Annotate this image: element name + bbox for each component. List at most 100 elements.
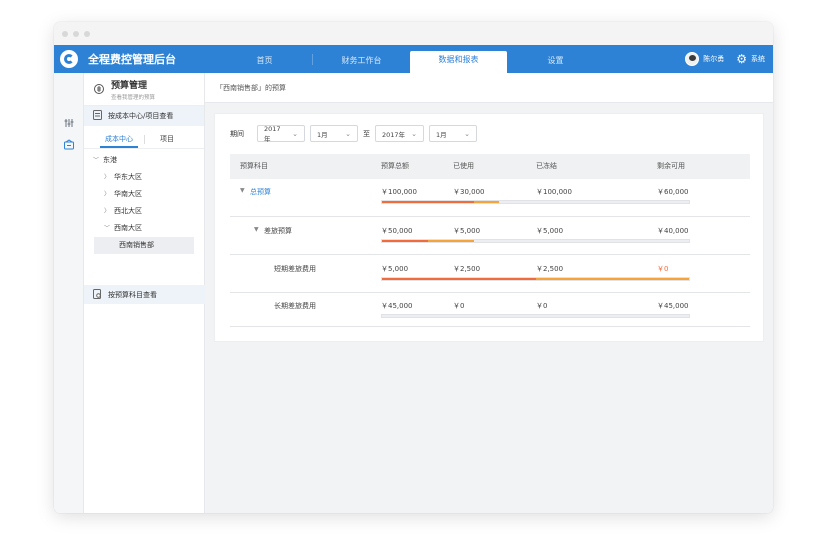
tree-node-southwest-sales[interactable]: 西南销售部 bbox=[94, 237, 194, 254]
table-row[interactable]: ▼ 差旅预算 ￥50,000 ￥5,000 ￥5,000 ￥40,000 bbox=[230, 217, 750, 255]
row-used: ￥5,000 bbox=[453, 227, 481, 235]
org-tree: ﹀ 东港 〉华东大区 〉华南大区 〉西北大区 ﹀ 西南大区 西南销售部 bbox=[84, 149, 204, 254]
row-remaining: ￥45,000 bbox=[657, 302, 689, 310]
app-title: 全程费控管理后台 bbox=[88, 53, 176, 66]
sidebar-subtitle: 查看我管理的预算 bbox=[111, 94, 156, 101]
row-frozen: ￥2,500 bbox=[536, 265, 564, 273]
budget-icon bbox=[93, 83, 105, 95]
budget-progress-bar bbox=[381, 239, 690, 243]
budget-progress-bar bbox=[381, 314, 690, 318]
budget-sidebar: 预算管理 查看我管理的预算 按成本中心/项目查看 成本中心 项目 ﹀ 东港 〉华东… bbox=[84, 73, 205, 513]
frozen-segment bbox=[428, 240, 475, 242]
view-by-budget-subject[interactable]: 按预算科目查看 bbox=[84, 285, 205, 304]
frozen-segment bbox=[535, 278, 689, 280]
header-remaining: 剩余可用 bbox=[657, 162, 685, 170]
breadcrumb: 「西南销售部」的预算 bbox=[205, 73, 773, 103]
user-area: 陈尔勇 ⚙ 系统 bbox=[685, 52, 765, 66]
row-used: ￥2,500 bbox=[453, 265, 481, 273]
nav-tabs: 首页 财务工作台 数据和报表 设置 bbox=[216, 45, 604, 73]
chevron-down-icon: ⌄ bbox=[464, 129, 470, 138]
document-search-icon bbox=[93, 288, 102, 301]
budget-panel: 期间 2017年 ⌄ 1月 ⌄ 至 2017年 ⌄ 1月 ⌄ 预算科目 预算总额 已使用… bbox=[214, 113, 764, 342]
used-segment bbox=[382, 240, 429, 242]
subtab-cost-center[interactable]: 成本中心 bbox=[100, 131, 138, 148]
app-logo-icon bbox=[60, 50, 78, 68]
row-total: ￥45,000 bbox=[381, 302, 413, 310]
sliders-icon[interactable] bbox=[63, 117, 75, 129]
tab-finance-workbench[interactable]: 财务工作台 bbox=[313, 45, 410, 73]
row-subject[interactable]: 差旅预算 bbox=[264, 226, 292, 236]
view-by-budget-subject-label: 按预算科目查看 bbox=[108, 290, 157, 299]
row-remaining: ￥40,000 bbox=[657, 227, 689, 235]
system-settings-link[interactable]: 系统 bbox=[751, 54, 765, 64]
chevron-down-icon: ﹀ bbox=[104, 225, 111, 232]
chevron-down-icon: ⌄ bbox=[411, 129, 417, 138]
to-month-select[interactable]: 1月 ⌄ bbox=[429, 125, 477, 142]
window-titlebar bbox=[54, 22, 773, 45]
tree-node-northwest-region[interactable]: 〉西北大区 bbox=[84, 203, 204, 220]
window-maximize-dot[interactable] bbox=[84, 30, 90, 37]
top-navigation-bar: 全程费控管理后台 首页 财务工作台 数据和报表 设置 陈尔勇 ⚙ 系统 bbox=[54, 45, 773, 73]
window-minimize-dot[interactable] bbox=[73, 30, 79, 37]
table-row[interactable]: 长期差旅费用 ￥45,000 ￥0 ￥0 ￥45,000 bbox=[230, 293, 750, 327]
view-by-cost-center[interactable]: 按成本中心/项目查看 bbox=[84, 106, 204, 126]
to-label: 至 bbox=[363, 129, 370, 138]
chevron-down-icon: ﹀ bbox=[93, 157, 100, 164]
window-close-dot[interactable] bbox=[62, 30, 68, 37]
used-segment bbox=[382, 278, 536, 280]
period-label: 期间 bbox=[230, 129, 244, 138]
tree-node-south-region[interactable]: 〉华南大区 bbox=[84, 186, 204, 203]
header-used: 已使用 bbox=[453, 162, 474, 170]
row-subject[interactable]: 总预算 bbox=[250, 187, 271, 197]
budget-progress-bar bbox=[381, 200, 690, 204]
document-icon bbox=[93, 110, 102, 122]
chevron-down-icon: ⌄ bbox=[345, 129, 351, 138]
sidebar-header: 预算管理 查看我管理的预算 bbox=[84, 73, 204, 106]
row-frozen: ￥5,000 bbox=[536, 227, 564, 235]
tree-node-donggang[interactable]: ﹀ 东港 bbox=[84, 152, 204, 169]
tab-settings[interactable]: 设置 bbox=[507, 45, 604, 73]
row-total: ￥50,000 bbox=[381, 227, 413, 235]
row-total: ￥5,000 bbox=[381, 265, 409, 273]
tree-node-east-region[interactable]: 〉华东大区 bbox=[84, 169, 204, 186]
table-header: 预算科目 预算总额 已使用 已冻结 剩余可用 bbox=[230, 154, 750, 179]
table-row[interactable]: 短期差旅费用 ￥5,000 ￥2,500 ￥2,500 ￥0 bbox=[230, 255, 750, 293]
row-used: ￥30,000 bbox=[453, 188, 485, 196]
caret-down-icon[interactable]: ▼ bbox=[254, 226, 259, 233]
row-remaining: ￥0 bbox=[657, 265, 669, 273]
wallet-icon[interactable] bbox=[63, 139, 75, 151]
caret-down-icon[interactable]: ▼ bbox=[240, 187, 245, 194]
sidebar-title: 预算管理 bbox=[111, 80, 148, 91]
from-month-select[interactable]: 1月 ⌄ bbox=[310, 125, 358, 142]
sidebar-subtabs: 成本中心 项目 bbox=[84, 131, 204, 149]
chevron-right-icon: 〉 bbox=[104, 208, 111, 215]
row-subject[interactable]: 短期差旅费用 bbox=[274, 264, 316, 274]
frozen-segment bbox=[474, 201, 499, 203]
tab-data-reports[interactable]: 数据和报表 bbox=[410, 51, 507, 73]
tab-home[interactable]: 首页 bbox=[216, 45, 313, 73]
row-subject[interactable]: 长期差旅费用 bbox=[274, 301, 316, 311]
header-subject: 预算科目 bbox=[240, 162, 268, 170]
avatar[interactable] bbox=[685, 52, 700, 66]
to-year-select[interactable]: 2017年 ⌄ bbox=[375, 125, 424, 142]
main-content: 「西南销售部」的预算 期间 2017年 ⌄ 1月 ⌄ 至 2017年 ⌄ 1月 ⌄ 预算… bbox=[205, 73, 773, 513]
header-frozen: 已冻结 bbox=[536, 162, 557, 170]
row-remaining: ￥60,000 bbox=[657, 188, 689, 196]
view-by-cost-center-label: 按成本中心/项目查看 bbox=[108, 112, 174, 120]
row-frozen: ￥100,000 bbox=[536, 188, 572, 196]
subtab-project[interactable]: 项目 bbox=[155, 131, 179, 148]
period-filter: 期间 2017年 ⌄ 1月 ⌄ 至 2017年 ⌄ 1月 ⌄ bbox=[230, 125, 477, 143]
from-year-select[interactable]: 2017年 ⌄ bbox=[257, 125, 305, 143]
chevron-right-icon: 〉 bbox=[104, 191, 111, 198]
chevron-right-icon: 〉 bbox=[104, 174, 111, 181]
app-window: 全程费控管理后台 首页 财务工作台 数据和报表 设置 陈尔勇 ⚙ 系统 预算管理 bbox=[54, 22, 773, 513]
row-used: ￥0 bbox=[453, 302, 465, 310]
tree-node-southwest-region[interactable]: ﹀ 西南大区 bbox=[84, 220, 204, 237]
icon-rail bbox=[54, 73, 84, 513]
gear-icon[interactable]: ⚙ bbox=[736, 52, 747, 66]
user-name[interactable]: 陈尔勇 bbox=[703, 54, 724, 64]
table-row[interactable]: ▼ 总预算 ￥100,000 ￥30,000 ￥100,000 ￥60,000 bbox=[230, 179, 750, 217]
chevron-down-icon: ⌄ bbox=[292, 129, 298, 138]
header-total: 预算总额 bbox=[381, 162, 409, 170]
used-segment bbox=[382, 201, 475, 203]
